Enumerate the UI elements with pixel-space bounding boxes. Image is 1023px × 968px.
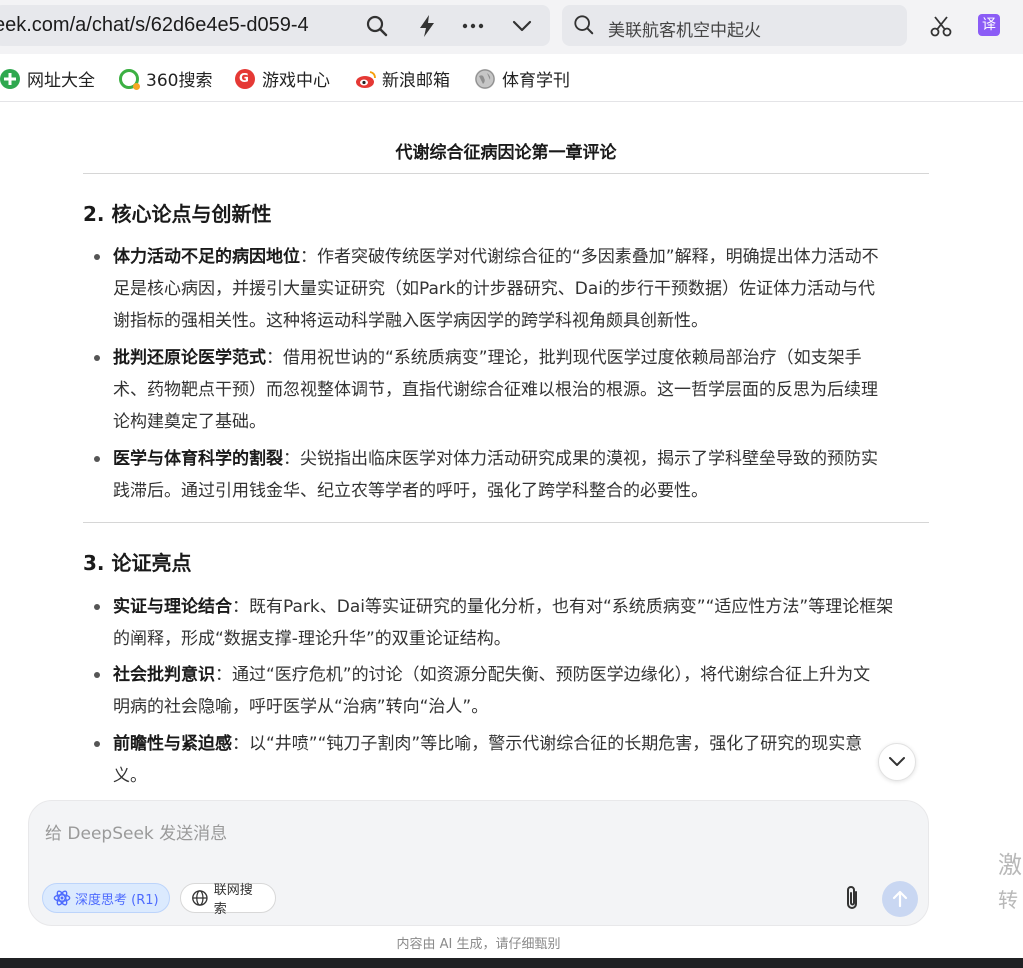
divider bbox=[83, 173, 929, 174]
bullet-icon bbox=[94, 672, 100, 678]
browser-toolbar: eek.com/a/chat/s/62d6e4e5-d059-4 美联航客机空中… bbox=[0, 0, 1023, 54]
search-360-icon bbox=[119, 68, 140, 90]
search-placeholder: 美联航客机空中起火 bbox=[608, 21, 761, 41]
lightning-icon[interactable] bbox=[414, 13, 440, 39]
item-title: 实证与理论结合 bbox=[113, 597, 232, 617]
search-box[interactable]: 美联航客机空中起火 bbox=[562, 5, 907, 46]
chevron-down-icon bbox=[889, 757, 905, 766]
section-heading: 2. 核心论点与创新性 bbox=[83, 202, 272, 226]
item-text: 明病的社会隐喻，呼吁医学从“治病”转向“治人”。 bbox=[113, 697, 489, 717]
taskbar bbox=[0, 958, 1023, 968]
item-text: 的阐释，形成“数据支撑-理论升华”的双重论证结构。 bbox=[113, 629, 511, 649]
sina-mail-icon bbox=[355, 68, 376, 89]
item-title: 社会批判意识 bbox=[113, 665, 215, 685]
scroll-to-bottom-button[interactable] bbox=[878, 743, 916, 781]
atom-icon bbox=[53, 890, 71, 906]
list-item: 前瞻性与紧迫感：以“井喷”“钝刀子割肉”等比喻，警示代谢综合征的长期危害，强化了… bbox=[113, 728, 928, 792]
bullet-icon bbox=[94, 604, 100, 610]
side-panel-text: 转 bbox=[998, 888, 1018, 912]
divider bbox=[83, 522, 929, 523]
address-text[interactable]: eek.com/a/chat/s/62d6e4e5-d059-4 bbox=[0, 14, 309, 37]
web-search-toggle[interactable]: 联网搜索 bbox=[180, 883, 276, 917]
bookmark-sina-mail[interactable]: 新浪邮箱 bbox=[355, 66, 450, 91]
web-search-label: 联网搜索 bbox=[213, 883, 253, 917]
bookmark-label: 网址大全 bbox=[27, 71, 95, 91]
bullet-icon bbox=[94, 254, 100, 260]
bookmark-label: 360搜索 bbox=[146, 71, 213, 91]
list-item: 实证与理论结合：既有Park、Dai等实证研究的量化分析，也有对“系统质病变”“… bbox=[113, 591, 928, 655]
item-title: 前瞻性与紧迫感 bbox=[113, 734, 232, 754]
side-panel-text: 激 bbox=[998, 851, 1022, 879]
item-title: 体力活动不足的病因地位 bbox=[113, 247, 300, 267]
scissors-icon[interactable] bbox=[928, 13, 954, 39]
bookmark-games[interactable]: G 游戏中心 bbox=[235, 66, 330, 91]
bookmark-label: 体育学刊 bbox=[502, 71, 570, 91]
item-text: ：通过“医疗危机”的讨论（如资源分配失衡、预防医学边缘化），将代谢综合征上升为文 bbox=[215, 665, 871, 685]
bookmark-wangzhi[interactable]: 网址大全 bbox=[0, 66, 95, 91]
bookmark-label: 游戏中心 bbox=[262, 71, 330, 91]
item-text: 义。 bbox=[113, 766, 147, 786]
item-text: 践滞后。通过引用钱金华、纪立农等学者的呼吁，强化了跨学科整合的必要性。 bbox=[113, 481, 708, 501]
paperclip-icon[interactable] bbox=[839, 883, 865, 913]
section-heading: 3. 论证亮点 bbox=[83, 551, 192, 575]
search-icon bbox=[572, 13, 596, 37]
list-item: 体力活动不足的病因地位：作者突破传统医学对代谢综合征的“多因素叠加”解释，明确提… bbox=[113, 241, 928, 337]
globe-icon bbox=[475, 68, 495, 89]
item-title: 批判还原论医学范式 bbox=[113, 348, 266, 368]
item-title: 医学与体育科学的割裂 bbox=[113, 449, 283, 469]
globe-icon bbox=[192, 890, 208, 906]
game-center-icon: G bbox=[235, 68, 255, 89]
bookmark-label: 新浪邮箱 bbox=[382, 71, 450, 91]
bullet-icon bbox=[94, 355, 100, 361]
item-text: ：既有Park、Dai等实证研究的量化分析，也有对“系统质病变”“适应性方法”等… bbox=[232, 597, 894, 617]
message-input[interactable]: 给 DeepSeek 发送消息 bbox=[45, 819, 227, 844]
document-title: 代谢综合征病因论第一章评论 bbox=[395, 143, 617, 163]
item-text: ：尖锐指出临床医学对体力活动研究成果的漠视，揭示了学科壁垒导致的预防实 bbox=[283, 449, 878, 469]
chevron-down-icon[interactable] bbox=[509, 13, 535, 39]
item-text: ：借用祝世讷的“系统质病变”理论，批判现代医学过度依赖局部治疗（如支架手 bbox=[266, 348, 862, 368]
item-text: ：作者突破传统医学对代谢综合征的“多因素叠加”解释，明确提出体力活动不 bbox=[300, 247, 879, 267]
plus-circle-icon bbox=[0, 68, 20, 89]
list-item: 批判还原论医学范式：借用祝世讷的“系统质病变”理论，批判现代医学过度依赖局部治疗… bbox=[113, 342, 928, 438]
bookmark-sports-journal[interactable]: 体育学刊 bbox=[475, 66, 570, 91]
ai-disclaimer: 内容由 AI 生成，请仔细甄别 bbox=[396, 937, 561, 952]
bookmarks-bar: 网址大全 360搜索 G 游戏中心 新浪邮箱 体育学刊 bbox=[0, 54, 1023, 102]
deep-think-toggle[interactable]: 深度思考 (R1) bbox=[42, 883, 170, 913]
item-text: 术、药物靶点干预）而忽视整体调节，直指代谢综合征难以根治的根源。这一哲学层面的反… bbox=[113, 380, 878, 400]
arrow-up-icon bbox=[892, 890, 908, 908]
item-text: 谢指标的强相关性。这种将运动科学融入医学病因学的跨学科视角颇具创新性。 bbox=[113, 311, 708, 331]
send-button[interactable] bbox=[882, 881, 918, 917]
deep-think-label: 深度思考 (R1) bbox=[75, 892, 159, 908]
more-options-icon[interactable] bbox=[460, 13, 486, 39]
item-text: ：以“井喷”“钝刀子割肉”等比喻，警示代谢综合征的长期危害，强化了研究的现实意 bbox=[232, 734, 863, 754]
message-composer[interactable]: 给 DeepSeek 发送消息 深度思考 (R1) 联网搜索 bbox=[28, 800, 929, 926]
list-item: 社会批判意识：通过“医疗危机”的讨论（如资源分配失衡、预防医学边缘化），将代谢综… bbox=[113, 659, 928, 723]
bullet-icon bbox=[94, 456, 100, 462]
bullet-icon bbox=[94, 741, 100, 747]
item-text: 论构建奠定了基础。 bbox=[113, 412, 266, 432]
list-item: 医学与体育科学的割裂：尖锐指出临床医学对体力活动研究成果的漠视，揭示了学科壁垒导… bbox=[113, 443, 928, 507]
translate-button[interactable]: 译 bbox=[978, 14, 1000, 36]
search-icon[interactable] bbox=[364, 13, 390, 39]
item-text: 足是核心病因，并援引大量实证研究（如Park的计步器研究、Dai的步行干预数据）… bbox=[113, 279, 875, 299]
bookmark-360[interactable]: 360搜索 bbox=[119, 66, 212, 91]
